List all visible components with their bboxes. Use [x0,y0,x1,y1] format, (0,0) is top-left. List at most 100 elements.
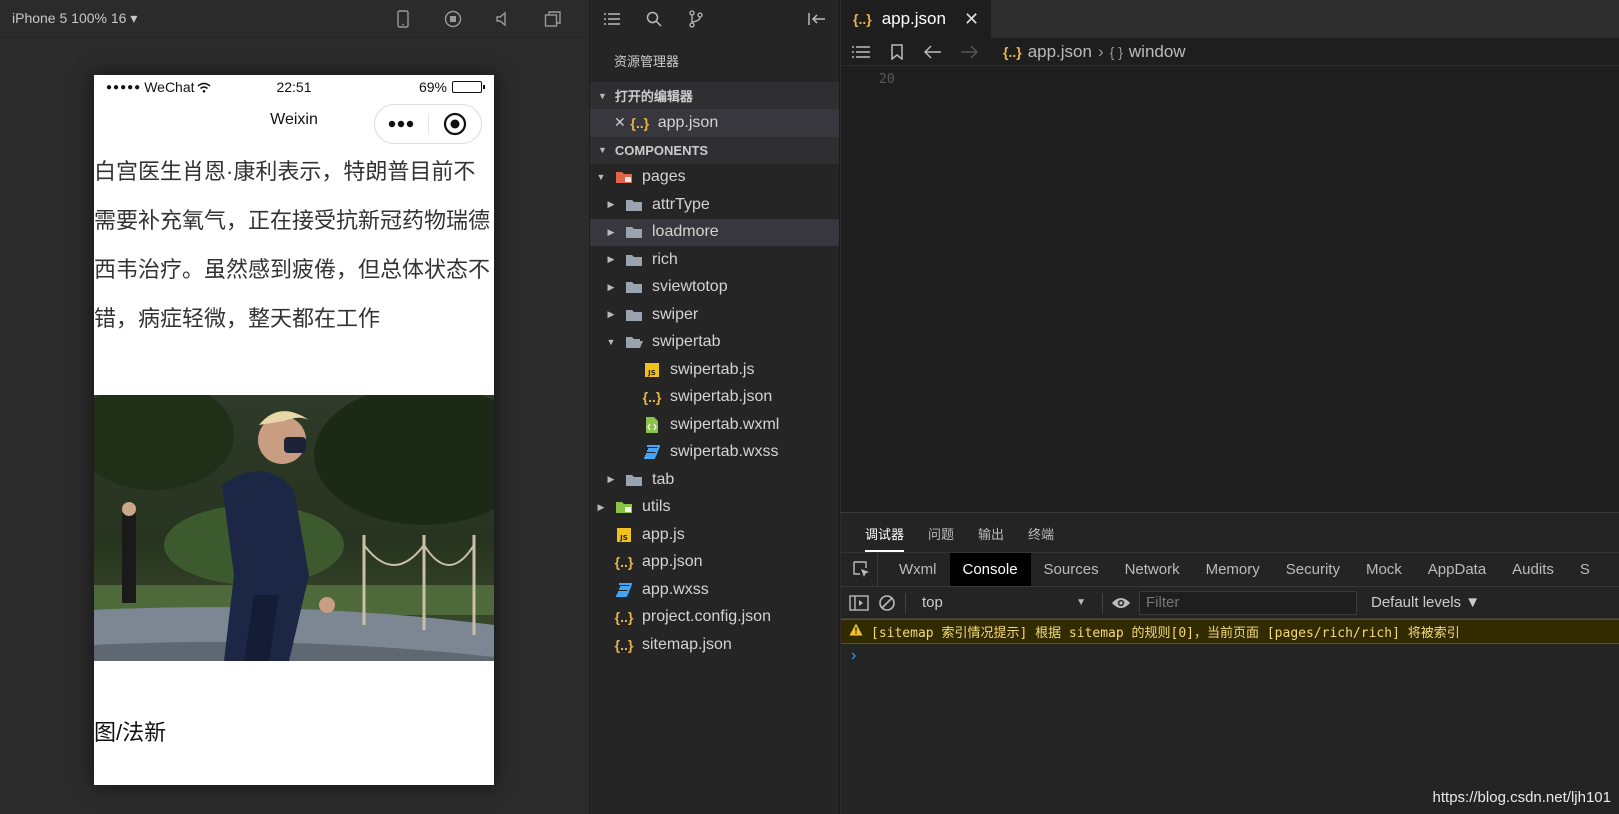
warning-icon [849,623,863,640]
tree-item-swipertab-js[interactable]: JS swipertab.js [590,356,839,384]
tree-item-loadmore[interactable]: ▶ loadmore [590,218,839,246]
outline-icon[interactable] [851,42,871,62]
phone-icon[interactable] [393,9,413,29]
warning-text: [sitemap 索引情况提示] 根据 sitemap 的规则[0]，当前页面 … [871,626,1460,641]
console-warning: [sitemap 索引情况提示] 根据 sitemap 的规则[0]，当前页面 … [841,619,1619,644]
tab-sources[interactable]: Sources [1031,553,1112,586]
search-icon[interactable] [644,9,664,29]
bookmark-icon[interactable] [887,42,907,62]
tree-item-app-wxss[interactable]: app.wxss [590,576,839,604]
tree-item-swipertab-wxss[interactable]: swipertab.wxss [590,439,839,467]
volume-icon[interactable] [493,9,513,29]
news-photo [94,395,494,661]
tree-item-swipertab-wxml[interactable]: swipertab.wxml [590,411,839,439]
tree-item-label: swipertab [652,333,721,351]
chevron-right-icon: ▶ [597,501,605,512]
tab-audits[interactable]: Audits [1499,553,1567,586]
chevron-right-icon: ▶ [607,309,615,320]
tab-output[interactable]: 输出 [978,524,1004,552]
tab-mock[interactable]: Mock [1353,553,1415,586]
eye-icon[interactable] [1111,593,1131,613]
tab-appdata[interactable]: AppData [1415,553,1499,586]
project-label: COMPONENTS [614,142,709,158]
filter-input[interactable] [1139,590,1357,615]
tab-terminal[interactable]: 终端 [1028,524,1054,552]
close-icon[interactable]: ✕ [614,114,626,131]
tab-problems[interactable]: 问题 [928,524,954,552]
close-icon[interactable]: ✕ [964,9,979,30]
chevron-right-icon: ▶ [607,474,615,485]
tree-item-swiper[interactable]: ▶ swiper [590,301,839,329]
git-branch-icon[interactable] [686,9,706,29]
tab-overflow[interactable]: S [1567,553,1603,586]
clear-console-icon[interactable] [877,593,897,613]
tree-item-attrtype[interactable]: ▶ attrType [590,191,839,219]
tree-item-rich[interactable]: ▶ rich [590,246,839,274]
folder-icon [624,333,644,351]
tree-item-app-js[interactable]: JS app.js [590,521,839,549]
explorer-title: 资源管理器 [614,53,680,69]
tab-network[interactable]: Network [1112,553,1193,586]
folder-icon [624,251,644,269]
wxss-file-icon [642,443,662,461]
tree-item-swipertab[interactable]: ▼ swipertab [590,329,839,357]
inspect-element-icon[interactable] [853,553,878,586]
window-icon[interactable] [543,9,563,29]
chevron-down-icon: ▼ [598,90,607,101]
console-toolbar: top ▼ Default levels ▼ [841,587,1619,619]
tree-item-tab[interactable]: ▶ tab [590,466,839,494]
project-section[interactable]: ▼ COMPONENTS [590,136,839,164]
chevron-right-icon: ▶ [607,226,615,237]
folder-icon [624,306,644,324]
tree-item-sviewtotop[interactable]: ▶ sviewtotop [590,274,839,302]
list-icon[interactable] [602,9,622,29]
devtools-tabs: Wxml Console Sources Network Memory Secu… [841,553,1619,587]
wifi-icon [197,82,211,93]
phone-screen: ●●●●● WeChat 22:51 69% Weixin 白宫医生肖恩·康利表… [94,75,494,785]
open-editor-item[interactable]: ✕ {..} app.json [590,109,839,137]
context-select[interactable]: top ▼ [914,591,1094,615]
carrier-label: WeChat [144,79,195,95]
close-capsule-icon[interactable] [429,105,482,143]
tab-debugger[interactable]: 调试器 [865,524,905,552]
forward-arrow-icon[interactable] [959,42,979,62]
open-editors-section[interactable]: ▼ 打开的编辑器 [590,82,839,109]
tree-item-app-json[interactable]: {..} app.json [590,549,839,577]
devtools-window: iPhone 5 100% 16 ▾ ●●●●● WeChat 22:51 69… [0,0,1619,814]
debugger-top-tabs: 调试器 问题 输出 终端 [841,513,1619,553]
js-file-icon: JS [642,361,662,379]
tab-wxml[interactable]: Wxml [886,553,950,586]
braces-icon: { } [1109,43,1123,60]
article-text: 白宫医生肖恩·康利表示，特朗普目前不需要补充氧气，正在接受抗新冠药物瑞德西韦治疗… [94,159,491,331]
chevron-down-icon: ▼ [606,337,616,348]
more-icon[interactable] [375,105,428,143]
editor-tabs: {..} app.json ✕ [841,0,1619,38]
back-arrow-icon[interactable] [923,42,943,62]
signal-dots: ●●●●● [106,81,142,93]
collapse-panel-icon[interactable] [807,9,827,29]
sidebar-toggle-icon[interactable] [849,593,869,613]
tab-security[interactable]: Security [1273,553,1353,586]
breadcrumb-file[interactable]: app.json [1028,42,1092,62]
tree-item-swipertab-json[interactable]: {..} swipertab.json [590,384,839,412]
chevron-down-icon: ▼ [596,172,606,183]
log-levels-select[interactable]: Default levels ▼ [1371,594,1480,611]
tree-item-label: swiper [652,305,699,323]
tab-memory[interactable]: Memory [1193,553,1273,586]
tree-item-sitemap-json[interactable]: {..} sitemap.json [590,631,839,659]
chevron-right-icon: › [1097,41,1104,61]
line-number: 20 [879,72,895,87]
device-selector[interactable]: iPhone 5 100% 16 ▾ [12,10,137,27]
tree-item-utils[interactable]: ▶ utils [590,494,839,522]
folder-icon [624,471,644,489]
editor-tab-app-json[interactable]: {..} app.json ✕ [841,0,992,38]
explorer-panel: 资源管理器 ▼ 打开的编辑器 ✕ {..} app.json ▼ COMPONE… [590,0,1217,814]
record-icon[interactable] [443,9,463,29]
tree-item-project-config-json[interactable]: {..} project.config.json [590,604,839,632]
tab-console[interactable]: Console [949,553,1031,586]
console-prompt[interactable]: › [841,644,1619,668]
explorer-toolbar [590,0,839,38]
tree-item-pages[interactable]: ▼ pages [590,164,839,192]
breadcrumb-symbol[interactable]: window [1129,42,1186,62]
folder-icon [624,278,644,296]
